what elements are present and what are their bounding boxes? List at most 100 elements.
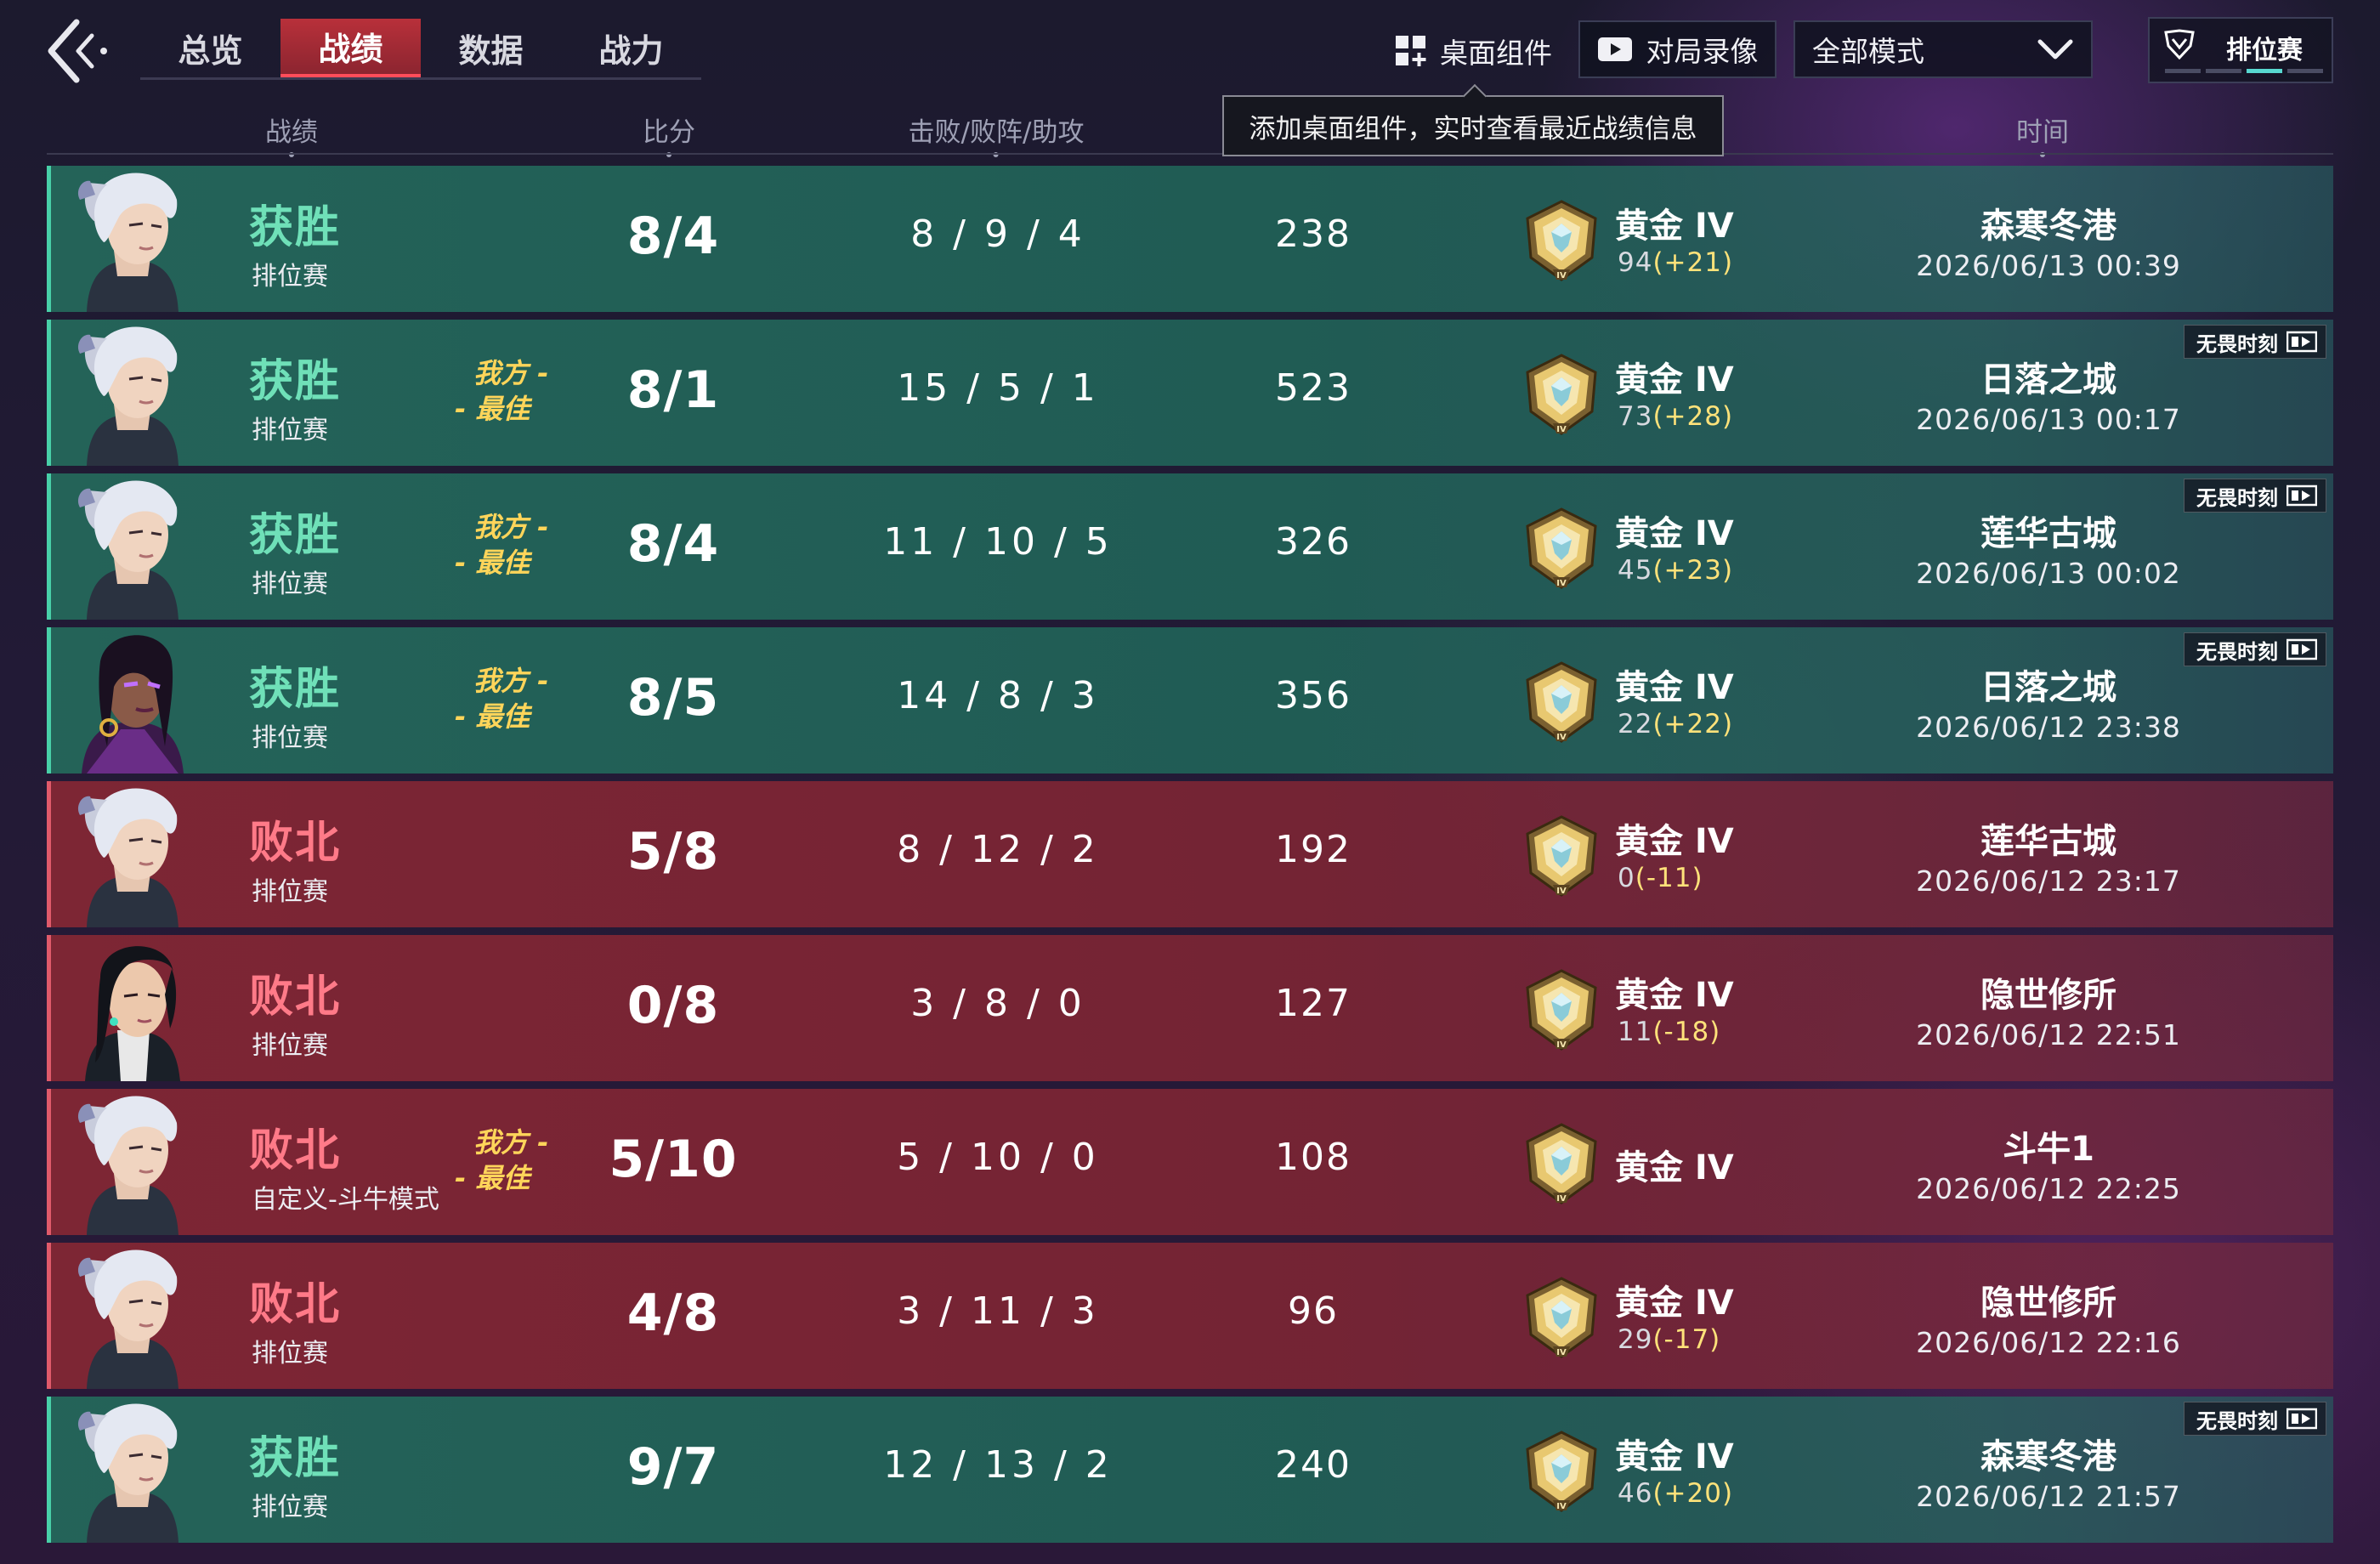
rank-rating: 45(+23) bbox=[1618, 555, 1733, 586]
match-replay-button[interactable]: 对局录像 bbox=[1578, 20, 1776, 78]
tab-records[interactable]: 战绩 bbox=[280, 19, 421, 77]
kda-stats: 8 / 9 / 4 bbox=[910, 212, 1085, 256]
highlight-moment-tag[interactable]: 无畏时刻 bbox=[2184, 1402, 2326, 1436]
rank-rating-value: 0 bbox=[1618, 863, 1635, 893]
highlight-moment-tag[interactable]: 无畏时刻 bbox=[2184, 632, 2326, 666]
agent-avatar bbox=[70, 166, 196, 312]
mvp-line-1: 我方 - bbox=[473, 665, 549, 697]
widget-grid-icon bbox=[1396, 36, 1426, 66]
svg-text:IV: IV bbox=[1556, 1040, 1567, 1050]
header-kda: 击败/败阵/助攻 bbox=[909, 110, 1084, 157]
svg-text:IV: IV bbox=[1556, 579, 1567, 588]
desktop-widget-label: 桌面组件 bbox=[1440, 37, 1552, 70]
ranked-filter-chip[interactable]: 排位赛 bbox=[2148, 17, 2333, 83]
match-score: 8/5 bbox=[626, 668, 720, 728]
match-result: 获胜 bbox=[249, 356, 342, 407]
queue-type: 排位赛 bbox=[252, 877, 328, 907]
tab-overview[interactable]: 总览 bbox=[140, 19, 280, 77]
match-row-9[interactable]: 获胜 排位赛 9/7 12 / 13 / 2 240 IV 黄金 IV 46(+… bbox=[47, 1397, 2333, 1543]
match-result: 获胜 bbox=[249, 664, 342, 715]
match-row-5[interactable]: 败北 排位赛 5/8 8 / 12 / 2 192 IV 黄金 IV 0(-11… bbox=[47, 781, 2333, 927]
svg-text:IV: IV bbox=[1556, 1348, 1567, 1357]
agent-avatar bbox=[70, 781, 196, 927]
match-row-3[interactable]: 获胜 排位赛 我方 - - 最佳 8/4 11 / 10 / 5 326 IV … bbox=[47, 473, 2333, 620]
svg-text:IV: IV bbox=[1556, 887, 1567, 896]
highlight-moment-tag[interactable]: 无畏时刻 bbox=[2184, 325, 2326, 359]
rank-rating-value: 46 bbox=[1618, 1478, 1653, 1509]
combat-score: 127 bbox=[1275, 982, 1352, 1025]
mode-select-dropdown[interactable]: 全部模式 bbox=[1794, 20, 2093, 78]
ranked-filter-label: 排位赛 bbox=[2226, 36, 2303, 65]
rank-rating: 22(+22) bbox=[1618, 709, 1733, 740]
back-button[interactable] bbox=[42, 17, 119, 85]
highlight-moment-label: 无畏时刻 bbox=[2196, 485, 2278, 510]
match-row-7[interactable]: 败北 自定义-斗牛模式 我方 - - 最佳 5/10 5 / 10 / 0 10… bbox=[47, 1089, 2333, 1235]
rank-rating: 46(+20) bbox=[1618, 1478, 1733, 1509]
rank-rating-delta: (+28) bbox=[1652, 401, 1734, 432]
jett-agent-icon bbox=[77, 1096, 178, 1235]
queue-type: 排位赛 bbox=[252, 1339, 328, 1368]
tab-data[interactable]: 数据 bbox=[421, 19, 561, 77]
match-replay-label: 对局录像 bbox=[1646, 35, 1759, 68]
gold-rank-icon: IV bbox=[1519, 198, 1604, 283]
rank-name: 黄金 IV bbox=[1615, 514, 1734, 553]
jett-agent-icon bbox=[77, 1250, 178, 1389]
combat-score: 326 bbox=[1275, 520, 1352, 564]
sage-agent-icon bbox=[85, 946, 180, 1081]
match-row-2[interactable]: 获胜 排位赛 我方 - - 最佳 8/1 15 / 5 / 1 523 IV 黄… bbox=[47, 320, 2333, 466]
queue-type: 排位赛 bbox=[252, 723, 328, 753]
mvp-line-2: - 最佳 bbox=[455, 393, 530, 425]
rank-name: 黄金 IV bbox=[1615, 976, 1734, 1015]
gold-rank-icon: IV bbox=[1519, 1121, 1604, 1206]
match-row-4[interactable]: 获胜 排位赛 我方 - - 最佳 8/5 14 / 8 / 3 356 IV 黄… bbox=[47, 627, 2333, 774]
jett-agent-icon bbox=[77, 326, 178, 466]
match-row-1[interactable]: 获胜 排位赛 8/4 8 / 9 / 4 238 IV 黄金 IV 94(+21… bbox=[47, 166, 2333, 312]
agent-avatar bbox=[70, 473, 196, 620]
combat-score: 108 bbox=[1275, 1136, 1352, 1179]
highlight-moment-tag[interactable]: 无畏时刻 bbox=[2184, 479, 2326, 513]
rank-rating-value: 22 bbox=[1618, 709, 1653, 740]
highlight-moment-label: 无畏时刻 bbox=[2196, 332, 2278, 356]
jett-agent-icon bbox=[77, 173, 178, 312]
team-mvp-badge: 我方 - - 最佳 bbox=[455, 663, 582, 734]
agent-avatar bbox=[70, 1089, 196, 1235]
combat-score: 238 bbox=[1275, 212, 1352, 256]
team-mvp-badge: 我方 - - 最佳 bbox=[455, 1125, 582, 1196]
match-result: 败北 bbox=[249, 1125, 342, 1176]
mvp-line-1: 我方 - bbox=[473, 357, 549, 389]
gold-rank-icon: IV bbox=[1519, 660, 1604, 745]
match-row-8[interactable]: 败北 排位赛 4/8 3 / 11 / 3 96 IV 黄金 IV 29(-17… bbox=[47, 1243, 2333, 1389]
rank-rating-delta: (-11) bbox=[1635, 863, 1703, 893]
rank-name: 黄金 IV bbox=[1615, 1437, 1734, 1476]
match-time: 2026/06/13 00:39 bbox=[1916, 249, 2181, 282]
match-score: 8/4 bbox=[626, 514, 720, 574]
tab-power[interactable]: 战力 bbox=[561, 19, 701, 77]
gold-rank-emblem-icon: IV bbox=[1526, 507, 1597, 589]
rank-rating-value: 45 bbox=[1618, 555, 1653, 586]
gold-rank-icon: IV bbox=[1519, 967, 1604, 1052]
kda-stats: 5 / 10 / 0 bbox=[897, 1136, 1099, 1179]
desktop-widget-button[interactable]: 桌面组件 bbox=[1394, 26, 1552, 76]
header-divider bbox=[47, 153, 2333, 155]
combat-score: 96 bbox=[1288, 1289, 1339, 1333]
kda-stats: 3 / 8 / 0 bbox=[910, 982, 1085, 1025]
rank-rating: 11(-18) bbox=[1618, 1017, 1720, 1047]
svg-text:IV: IV bbox=[1556, 1502, 1567, 1511]
match-score: 8/1 bbox=[626, 360, 720, 420]
clip-film-icon bbox=[2286, 331, 2317, 353]
match-row-6[interactable]: 败北 排位赛 0/8 3 / 8 / 0 127 IV 黄金 IV 11(-18… bbox=[47, 935, 2333, 1081]
gold-rank-icon: IV bbox=[1519, 506, 1604, 591]
combat-score: 192 bbox=[1275, 828, 1352, 871]
rank-rating: 0(-11) bbox=[1618, 863, 1703, 893]
map-name: 斗牛1 bbox=[2003, 1130, 2094, 1169]
rank-rating: 94(+21) bbox=[1618, 247, 1733, 278]
svg-text:IV: IV bbox=[1556, 271, 1567, 280]
match-score: 4/8 bbox=[626, 1284, 720, 1343]
match-time: 2026/06/13 00:17 bbox=[1916, 403, 2181, 436]
mvp-line-1: 我方 - bbox=[473, 511, 549, 543]
agent-avatar bbox=[70, 627, 196, 774]
match-time: 2026/06/12 22:25 bbox=[1916, 1172, 2181, 1205]
queue-type: 排位赛 bbox=[252, 1493, 328, 1522]
match-result: 败北 bbox=[249, 818, 342, 869]
mvp-line-2: - 最佳 bbox=[455, 1162, 530, 1194]
